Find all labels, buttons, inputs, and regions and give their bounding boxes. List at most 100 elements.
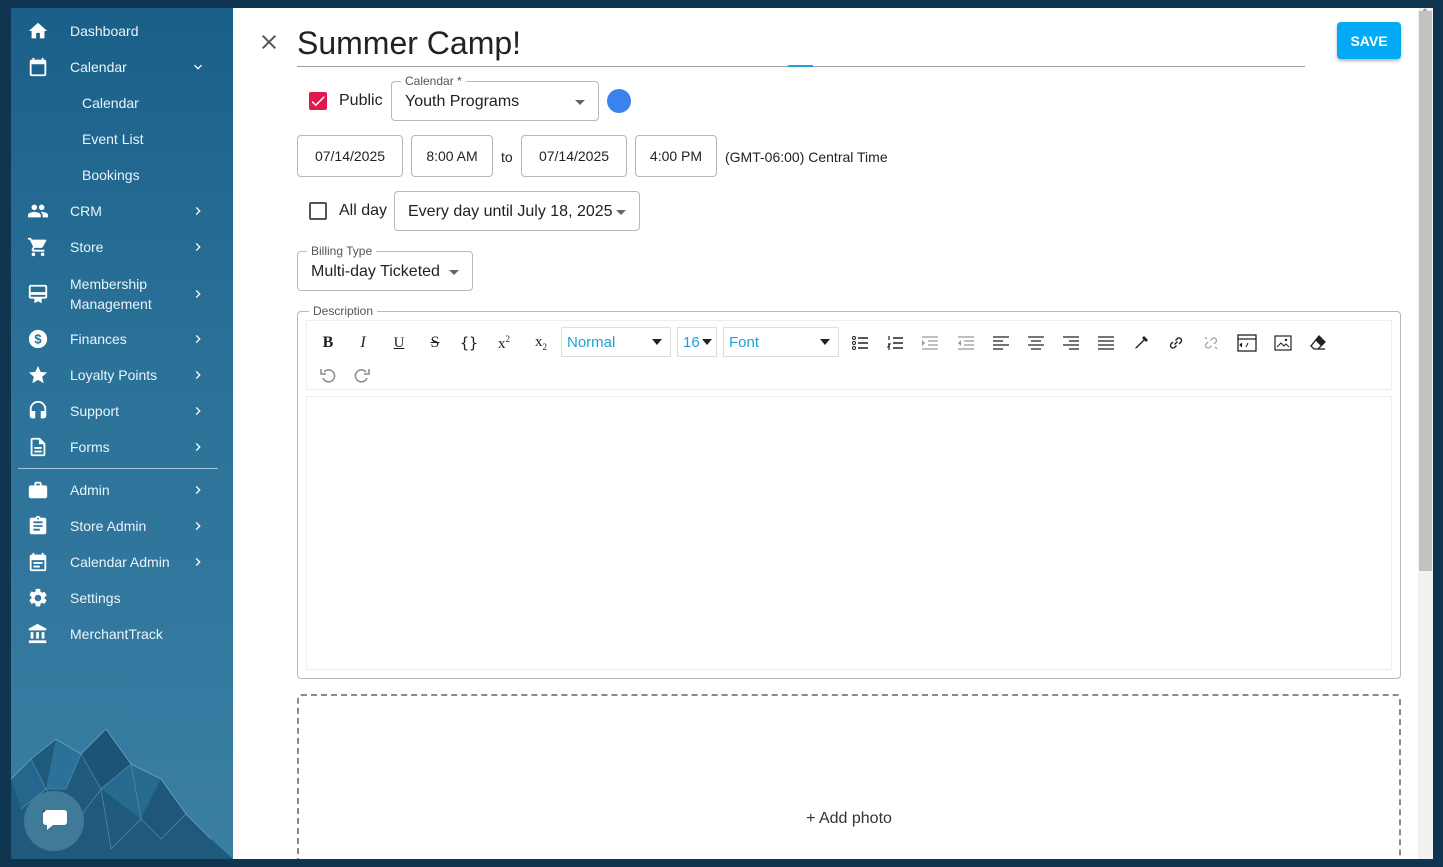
align-center-icon[interactable] bbox=[1023, 331, 1049, 355]
svg-text:$: $ bbox=[34, 332, 41, 347]
sidebar-subitem-event-list[interactable]: Event List bbox=[82, 121, 143, 157]
people-icon bbox=[27, 200, 49, 222]
main-scrollbar[interactable] bbox=[1418, 8, 1433, 859]
sidebar-divider bbox=[18, 468, 218, 469]
save-button[interactable]: SAVE bbox=[1337, 22, 1401, 59]
header-format-select[interactable]: Normal bbox=[561, 327, 671, 357]
caret-down-icon bbox=[449, 270, 459, 275]
indent-icon[interactable] bbox=[917, 331, 943, 355]
sidebar-item-admin[interactable]: Admin bbox=[11, 472, 233, 508]
code-icon[interactable]: {} bbox=[456, 331, 482, 355]
link-icon[interactable] bbox=[1163, 331, 1189, 355]
unlink-icon[interactable] bbox=[1198, 331, 1224, 355]
end-time-input[interactable]: 4:00 PM bbox=[635, 135, 717, 177]
sidebar-item-label: Calendar Admin bbox=[70, 554, 170, 570]
description-field: Description B I U S {} x2 x2 Normal 16 F… bbox=[297, 304, 1401, 679]
image-icon[interactable] bbox=[1270, 331, 1296, 355]
checkmark-icon bbox=[311, 96, 325, 107]
superscript-icon[interactable]: x2 bbox=[491, 331, 517, 355]
underline-icon[interactable]: U bbox=[386, 331, 412, 355]
gear-icon bbox=[27, 587, 49, 609]
sidebar-item-calendar[interactable]: Calendar bbox=[11, 49, 233, 85]
sidebar-item-dashboard[interactable]: Dashboard bbox=[11, 13, 233, 49]
align-justify-icon[interactable] bbox=[1093, 331, 1119, 355]
allday-checkbox[interactable] bbox=[309, 202, 327, 220]
numbered-list-icon[interactable] bbox=[882, 331, 908, 355]
description-legend: Description bbox=[309, 304, 378, 318]
caret-down-icon bbox=[575, 100, 585, 105]
sidebar-item-membership-management[interactable]: Membership Management bbox=[11, 273, 233, 315]
close-icon[interactable] bbox=[257, 30, 281, 54]
caret-down-icon bbox=[652, 339, 662, 345]
caret-down-icon bbox=[820, 339, 830, 345]
eraser-icon[interactable] bbox=[1305, 331, 1331, 355]
font-family-select[interactable]: Font bbox=[723, 327, 839, 357]
sidebar-item-merchanttrack[interactable]: MerchantTrack bbox=[11, 616, 233, 652]
sidebar-item-store-admin[interactable]: Store Admin bbox=[11, 508, 233, 544]
align-right-icon[interactable] bbox=[1058, 331, 1084, 355]
sidebar-subitem-calendar[interactable]: Calendar bbox=[82, 85, 139, 121]
sidebar-item-label-line1: Membership bbox=[70, 276, 148, 292]
align-left-icon[interactable] bbox=[988, 331, 1014, 355]
billing-type-legend: Billing Type bbox=[307, 244, 377, 258]
event-editor: SAVE Public Calendar * Youth Programs 07… bbox=[233, 8, 1418, 859]
sidebar-item-support[interactable]: Support bbox=[11, 393, 233, 429]
sidebar-item-label: Admin bbox=[70, 482, 110, 498]
chevron-right-icon bbox=[189, 285, 207, 303]
sidebar-item-label: MerchantTrack bbox=[70, 626, 163, 642]
sidebar-item-store[interactable]: Store bbox=[11, 229, 233, 265]
sidebar-subitem-bookings[interactable]: Bookings bbox=[82, 157, 140, 193]
font-size-value: 16 bbox=[683, 333, 700, 351]
sidebar-item-label: Loyalty Points bbox=[70, 367, 158, 383]
calendar-select[interactable]: Calendar * Youth Programs bbox=[391, 74, 599, 121]
home-icon bbox=[27, 20, 49, 42]
sidebar-item-settings[interactable]: Settings bbox=[11, 580, 233, 616]
font-size-select[interactable]: 16 bbox=[677, 327, 717, 357]
italic-icon[interactable]: I bbox=[350, 331, 376, 355]
timezone-label[interactable]: (GMT-06:00) Central Time bbox=[725, 149, 888, 165]
caret-down-icon bbox=[702, 339, 712, 345]
recurrence-select-value: Every day until July 18, 2025 bbox=[408, 203, 613, 220]
event-title-input[interactable] bbox=[297, 20, 1305, 67]
add-photo-dropzone[interactable]: + Add photo bbox=[297, 694, 1401, 859]
subscript-icon[interactable]: x2 bbox=[528, 331, 554, 355]
recurrence-select[interactable]: Every day until July 18, 2025 bbox=[394, 191, 640, 231]
html-embed-icon[interactable] bbox=[1234, 331, 1260, 355]
header-format-value: Normal bbox=[567, 333, 616, 351]
chevron-right-icon bbox=[189, 238, 207, 256]
allday-label: All day bbox=[339, 202, 388, 219]
chevron-down-icon bbox=[189, 58, 207, 76]
calendar-admin-icon bbox=[27, 551, 49, 573]
clipboard-icon bbox=[27, 515, 49, 537]
chevron-right-icon bbox=[189, 402, 207, 420]
strikethrough-icon[interactable]: S bbox=[422, 331, 448, 355]
bullet-list-icon[interactable] bbox=[847, 331, 873, 355]
sidebar-item-label: Store bbox=[70, 239, 104, 255]
bold-icon[interactable]: B bbox=[315, 331, 341, 355]
calendar-color-swatch[interactable] bbox=[607, 89, 631, 113]
sidebar-item-finances[interactable]: $ Finances bbox=[11, 321, 233, 357]
public-checkbox[interactable] bbox=[309, 92, 327, 110]
chat-button[interactable] bbox=[24, 791, 84, 851]
sidebar-item-label: Dashboard bbox=[70, 23, 139, 39]
sidebar-item-loyalty-points[interactable]: Loyalty Points bbox=[11, 357, 233, 393]
start-date-input[interactable]: 07/14/2025 bbox=[297, 135, 403, 177]
sidebar-item-forms[interactable]: Forms bbox=[11, 429, 233, 465]
start-time-input[interactable]: 8:00 AM bbox=[411, 135, 493, 177]
headset-icon bbox=[27, 400, 49, 422]
redo-icon[interactable] bbox=[349, 363, 375, 387]
text-color-icon[interactable] bbox=[1128, 331, 1154, 355]
outdent-icon[interactable] bbox=[953, 331, 979, 355]
sidebar-item-crm[interactable]: CRM bbox=[11, 193, 233, 229]
end-date-input[interactable]: 07/14/2025 bbox=[521, 135, 627, 177]
sidebar-item-label: Support bbox=[70, 403, 120, 419]
sidebar-item-label: Settings bbox=[70, 590, 121, 606]
scrollbar-thumb[interactable] bbox=[1419, 11, 1432, 571]
sidebar-item-label-line2: Management bbox=[70, 296, 152, 312]
chat-bubble-icon bbox=[39, 804, 69, 839]
calendar-select-value: Youth Programs bbox=[405, 93, 520, 110]
undo-icon[interactable] bbox=[315, 363, 341, 387]
description-editor[interactable] bbox=[306, 396, 1392, 670]
sidebar-item-calendar-admin[interactable]: Calendar Admin bbox=[11, 544, 233, 580]
billing-type-select[interactable]: Billing Type Multi-day Ticketed bbox=[297, 244, 473, 291]
